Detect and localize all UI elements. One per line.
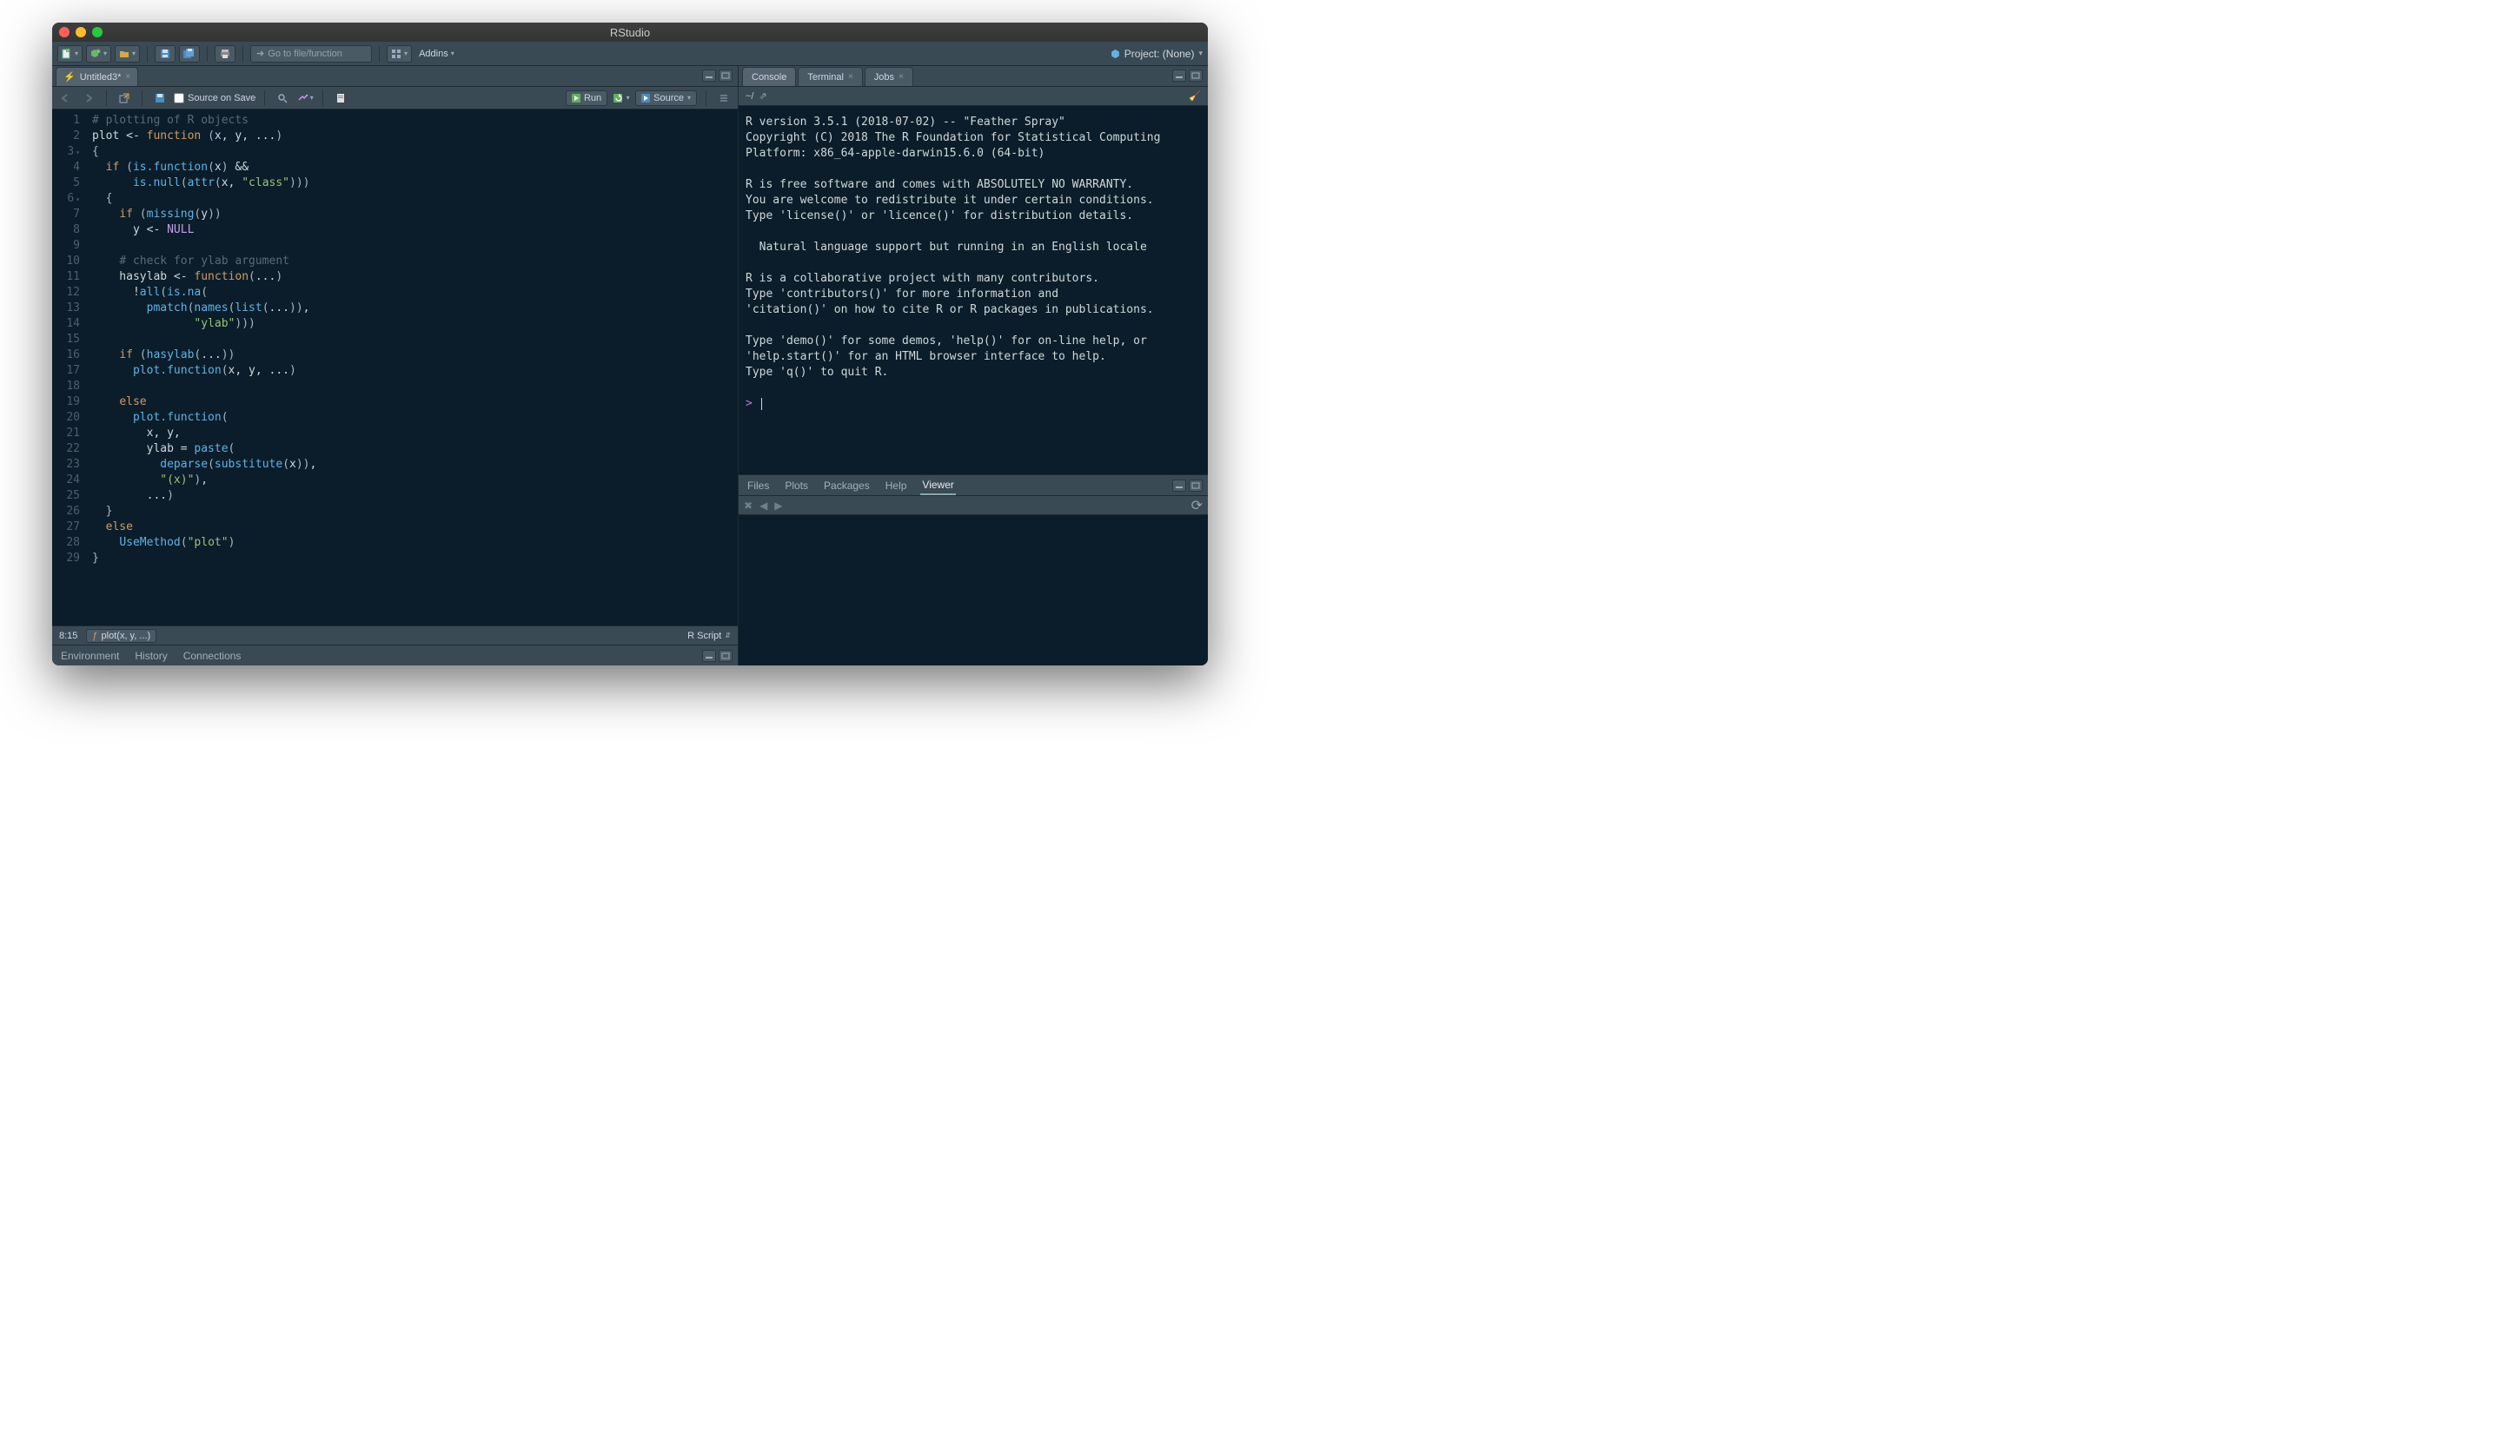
source-on-save-checkbox[interactable]: Source on Save bbox=[174, 93, 255, 103]
viewer-forward-icon[interactable]: ▶ bbox=[774, 500, 782, 512]
console-tabbar: ConsoleTerminal×Jobs× bbox=[739, 66, 1208, 87]
viewer-pane: Files Plots Packages Help Viewer ✖ ◀ ▶ ⟳ bbox=[739, 474, 1208, 665]
minimize-viewer-pane-button[interactable] bbox=[1172, 480, 1186, 492]
goto-placeholder: Go to file/function bbox=[268, 49, 342, 59]
console-path: ~/ bbox=[746, 91, 753, 102]
maximize-pane-button[interactable] bbox=[719, 69, 733, 82]
env-tab-history[interactable]: History bbox=[133, 647, 169, 665]
viewer-toolbar: ✖ ◀ ▶ ⟳ bbox=[739, 496, 1208, 515]
save-button[interactable] bbox=[155, 45, 176, 63]
run-button[interactable]: Run bbox=[566, 90, 607, 106]
clear-console-button[interactable]: 🧹 bbox=[1189, 90, 1201, 102]
viewer-refresh-icon[interactable]: ⟳ bbox=[1191, 497, 1203, 514]
project-menu[interactable]: ⬢ Project: (None) ▾ bbox=[1111, 48, 1203, 60]
close-tab-icon[interactable]: × bbox=[125, 72, 130, 82]
line-gutter: 1234567891011121314151617181920212223242… bbox=[52, 109, 87, 625]
viewer-tabs: Files Plots Packages Help Viewer bbox=[739, 475, 1208, 496]
rstudio-window: RStudio + + ➜ Go to file/function Addins… bbox=[52, 23, 1208, 665]
show-in-new-window-button[interactable] bbox=[116, 90, 133, 106]
maximize-console-pane-button[interactable] bbox=[1189, 69, 1203, 82]
console-output[interactable]: R version 3.5.1 (2018-07-02) -- "Feather… bbox=[739, 106, 1208, 474]
tab-jobs[interactable]: Jobs× bbox=[865, 67, 913, 86]
goto-arrow-icon: ➜ bbox=[256, 48, 264, 59]
source-toolbar: Source on Save ▾ Run ▾ Source ▾ bbox=[52, 87, 738, 109]
nav-forward-button[interactable] bbox=[80, 90, 97, 106]
source-button[interactable]: Source ▾ bbox=[635, 90, 697, 106]
goto-file-function[interactable]: ➜ Go to file/function bbox=[250, 45, 372, 63]
tab-plots[interactable]: Plots bbox=[783, 477, 810, 494]
env-tab-connections[interactable]: Connections bbox=[182, 647, 243, 665]
viewer-content bbox=[739, 515, 1208, 665]
cursor-position: 8:15 bbox=[59, 631, 77, 641]
tab-console[interactable]: Console bbox=[742, 67, 796, 86]
outline-button[interactable] bbox=[715, 90, 733, 106]
source-statusbar: 8:15 ƒ plot(x, y, ...) R Script ⇵ bbox=[52, 625, 738, 645]
save-all-button[interactable] bbox=[179, 45, 200, 63]
project-cube-icon: ⬢ bbox=[1111, 48, 1119, 60]
popout-console-icon[interactable]: ⇗ bbox=[759, 90, 766, 102]
new-project-button[interactable]: + bbox=[86, 45, 111, 63]
titlebar: RStudio bbox=[52, 23, 1208, 42]
minimize-console-pane-button[interactable] bbox=[1172, 69, 1186, 82]
tab-files[interactable]: Files bbox=[746, 477, 771, 494]
r-file-icon: ⚡ bbox=[63, 71, 76, 83]
find-button[interactable] bbox=[274, 90, 291, 106]
tab-terminal[interactable]: Terminal× bbox=[798, 67, 862, 86]
new-file-button[interactable]: + bbox=[57, 45, 83, 63]
run-arrow-icon bbox=[572, 94, 580, 103]
code-tools-button[interactable]: ▾ bbox=[296, 90, 314, 106]
global-toolbar: + + ➜ Go to file/function Addins ⬢ Proje… bbox=[52, 42, 1208, 66]
left-column: ⚡ Untitled3* × Source on bbox=[52, 66, 739, 665]
project-label: Project: (None) bbox=[1124, 48, 1195, 60]
source-tab-label: Untitled3* bbox=[80, 72, 122, 83]
print-button[interactable] bbox=[215, 45, 235, 63]
open-file-button[interactable] bbox=[115, 45, 140, 63]
source-arrow-icon bbox=[641, 94, 650, 103]
function-icon: ƒ bbox=[92, 631, 97, 641]
minimize-pane-button[interactable] bbox=[702, 69, 716, 82]
source-tab-untitled3[interactable]: ⚡ Untitled3* × bbox=[56, 67, 138, 86]
nav-back-button[interactable] bbox=[57, 90, 75, 106]
tab-viewer[interactable]: Viewer bbox=[920, 476, 955, 495]
pane-layout-button[interactable] bbox=[387, 45, 412, 63]
rerun-button[interactable]: ▾ bbox=[613, 90, 630, 106]
env-pane-tabs: Environment History Connections bbox=[52, 645, 738, 665]
language-selector[interactable]: R Script ⇵ bbox=[687, 631, 731, 641]
viewer-remove-icon[interactable]: ✖ bbox=[744, 500, 753, 512]
body: ⚡ Untitled3* × Source on bbox=[52, 66, 1208, 665]
console-cursor bbox=[761, 398, 762, 410]
right-column: ConsoleTerminal×Jobs× ~/ ⇗ 🧹 R version 3… bbox=[739, 66, 1208, 665]
compile-report-button[interactable] bbox=[332, 90, 349, 106]
maximize-env-pane-button[interactable] bbox=[719, 650, 733, 662]
save-source-button[interactable] bbox=[151, 90, 169, 106]
source-tabbar: ⚡ Untitled3* × bbox=[52, 66, 738, 87]
console-path-bar: ~/ ⇗ 🧹 bbox=[739, 87, 1208, 106]
console-prompt: > bbox=[746, 397, 753, 410]
console-text: R version 3.5.1 (2018-07-02) -- "Feather… bbox=[746, 116, 1160, 379]
function-scope[interactable]: ƒ plot(x, y, ...) bbox=[86, 629, 156, 643]
code-area[interactable]: # plotting of R objectsplot <- function … bbox=[87, 109, 738, 625]
source-editor[interactable]: 1234567891011121314151617181920212223242… bbox=[52, 109, 738, 625]
viewer-back-icon[interactable]: ◀ bbox=[759, 500, 767, 512]
tab-help[interactable]: Help bbox=[884, 477, 909, 494]
window-title: RStudio bbox=[52, 26, 1208, 39]
addins-menu[interactable]: Addins bbox=[415, 45, 458, 63]
env-tab-environment[interactable]: Environment bbox=[59, 647, 121, 665]
maximize-viewer-pane-button[interactable] bbox=[1189, 480, 1203, 492]
tab-packages[interactable]: Packages bbox=[822, 477, 872, 494]
minimize-env-pane-button[interactable] bbox=[702, 650, 716, 662]
